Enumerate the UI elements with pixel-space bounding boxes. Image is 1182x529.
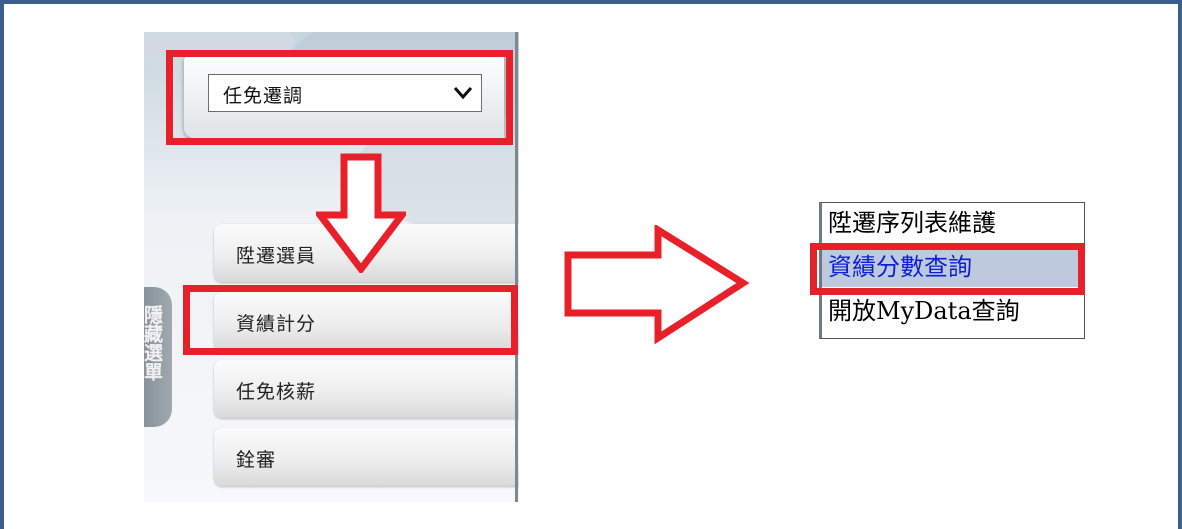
- nav-item-label: 銓審: [236, 449, 277, 471]
- nav-item-label: 任免核薪: [236, 381, 317, 403]
- submenu-item[interactable]: 陞遷序列表維護: [828, 203, 996, 243]
- panel-divider: [515, 32, 518, 502]
- highlight-score-query: [810, 243, 1085, 295]
- nav-item-review[interactable]: 銓審: [214, 428, 519, 486]
- highlight-dropdown: [166, 50, 513, 145]
- nav-item-label: 陞遷選員: [236, 245, 317, 267]
- submenu-item[interactable]: 開放MyData查詢: [828, 291, 1020, 331]
- nav-item-appointment-salary[interactable]: 任免核薪: [214, 360, 519, 418]
- arrow-down-icon: [316, 153, 406, 273]
- hide-menu-tab[interactable]: 隱藏選單: [144, 287, 172, 427]
- highlight-merit-scoring: [183, 285, 518, 355]
- arrow-right-icon: [564, 225, 750, 345]
- hide-menu-tab-label: 隱藏選單: [144, 305, 163, 381]
